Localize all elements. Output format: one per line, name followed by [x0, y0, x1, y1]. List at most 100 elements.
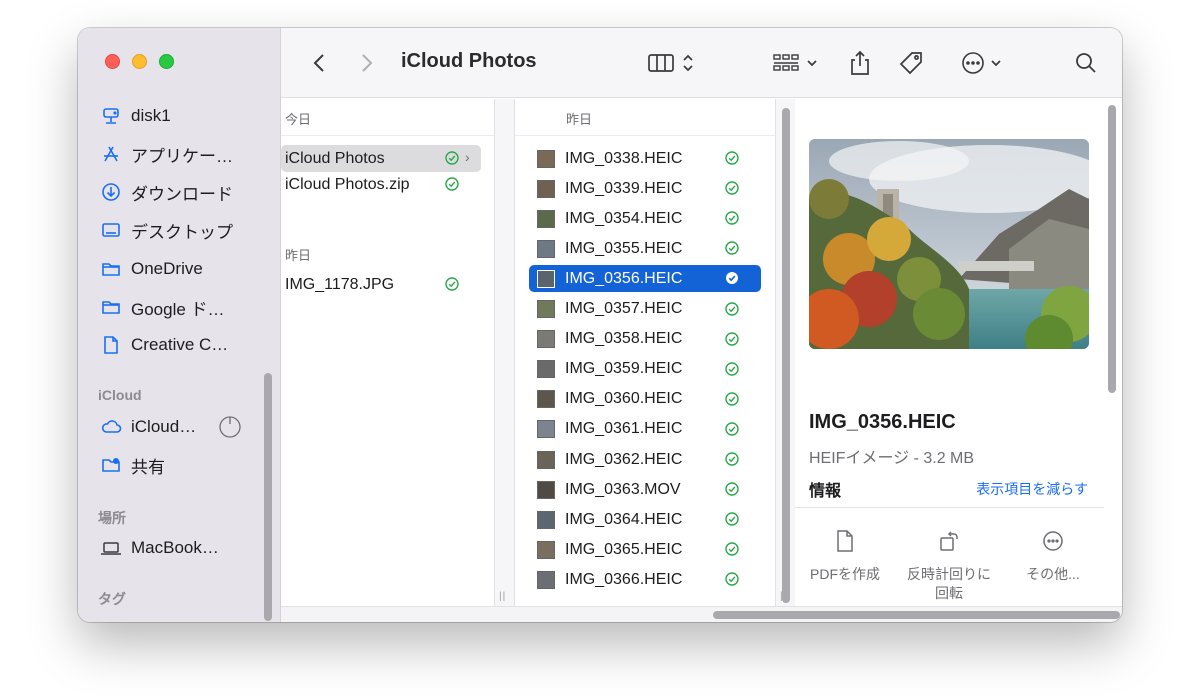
create-pdf-button[interactable]: PDFを作成 — [795, 529, 895, 584]
synced-check-icon — [725, 452, 739, 466]
tag-button[interactable] — [898, 50, 926, 76]
folder-icon — [100, 258, 122, 280]
synced-check-icon — [725, 181, 739, 195]
file-name: IMG_0358.HEIC — [565, 330, 683, 348]
sidebar-item-onedrive[interactable]: OneDrive — [100, 254, 203, 284]
more-button[interactable]: その他... — [1003, 529, 1103, 584]
thumbnail-icon — [537, 390, 555, 409]
file-row[interactable]: IMG_0364.HEIC — [529, 506, 761, 533]
sidebar-item-google-drive[interactable]: Google ド… — [100, 292, 225, 322]
group-grid-icon — [773, 54, 799, 71]
sidebar-section-tags: タグ — [98, 591, 126, 607]
file-row[interactable]: IMG_0359.HEIC — [529, 356, 761, 383]
thumbnail-icon — [537, 179, 555, 198]
sync-progress-icon — [219, 416, 241, 438]
zoom-button[interactable] — [159, 54, 174, 69]
sidebar-item-label: iCloud… — [131, 417, 197, 436]
file-row[interactable]: IMG_0365.HEIC — [529, 536, 761, 563]
minimize-button[interactable] — [132, 54, 147, 69]
sidebar-item-desktop[interactable]: デスクトップ — [100, 215, 233, 245]
sidebar-item-creative-cloud[interactable]: Creative C… — [100, 330, 228, 360]
sidebar-item-label: Google ド… — [131, 299, 225, 319]
preview-scrollbar[interactable] — [1108, 105, 1116, 393]
file-name: IMG_0364.HEIC — [565, 510, 683, 528]
file-row[interactable]: IMG_0338.HEIC — [529, 145, 761, 172]
synced-check-icon — [725, 422, 739, 436]
file-name: IMG_0362.HEIC — [565, 450, 683, 468]
file-row[interactable]: IMG_0358.HEIC — [529, 326, 761, 353]
file-row[interactable]: IMG_0362.HEIC — [529, 446, 761, 473]
laptop-icon — [100, 537, 122, 559]
file-name: IMG_0360.HEIC — [565, 390, 683, 408]
close-button[interactable] — [105, 54, 120, 69]
rotate-left-button[interactable]: 反時計回りに 回転 — [899, 529, 999, 603]
thumbnail-icon — [537, 360, 555, 379]
file-row[interactable]: IMG_0361.HEIC — [529, 416, 761, 443]
file-row[interactable]: IMG_0354.HEIC — [529, 205, 761, 232]
back-button[interactable] — [307, 50, 331, 76]
share-button[interactable] — [847, 50, 873, 76]
horizontal-scrollbar[interactable] — [713, 611, 1120, 619]
column-scrollbar[interactable] — [782, 108, 790, 603]
synced-check-icon — [725, 151, 739, 165]
list-item-img-1178[interactable]: IMG_1178.JPG — [281, 271, 481, 298]
list-item-icloud-photos-zip[interactable]: iCloud Photos.zip — [281, 171, 481, 198]
file-row[interactable]: IMG_0363.MOV — [529, 476, 761, 503]
synced-check-icon — [725, 512, 739, 526]
list-item-icloud-photos[interactable]: iCloud Photos › — [281, 145, 481, 172]
synced-check-icon — [725, 542, 739, 556]
synced-check-icon — [445, 277, 459, 291]
tag-icon — [899, 52, 922, 75]
external-disk-icon — [100, 105, 122, 127]
rotate-left-icon — [940, 531, 958, 551]
document-icon — [100, 334, 122, 356]
sidebar-item-label: ダウンロード — [131, 184, 233, 204]
sidebar-scrollbar[interactable] — [264, 373, 272, 621]
thumbnail-icon — [537, 510, 555, 529]
file-name: IMG_0354.HEIC — [565, 209, 683, 227]
group-header-yesterday: 昨日 — [285, 248, 312, 263]
file-name: IMG_0357.HEIC — [565, 300, 683, 317]
search-button[interactable] — [1073, 50, 1099, 76]
file-row[interactable]: IMG_0360.HEIC — [529, 386, 761, 413]
desktop-icon — [100, 219, 122, 241]
thumbnail-icon — [537, 450, 555, 469]
horizontal-scroll-area — [281, 606, 1122, 622]
toolbar: iCloud Photos — [281, 28, 1122, 98]
sidebar-item-applications[interactable]: アプリケー… — [100, 139, 233, 169]
sidebar: disk1 アプリケー… ダウンロード デスクトップ OneDrive Goog… — [78, 28, 281, 622]
sidebar-item-label: OneDrive — [131, 259, 203, 278]
sidebar-item-shared[interactable]: 共有 — [100, 450, 165, 480]
columns-view-icon — [648, 54, 674, 72]
synced-check-icon — [725, 211, 739, 225]
thumbnail-icon — [537, 300, 555, 318]
thumbnail-icon — [537, 540, 555, 559]
sidebar-item-downloads[interactable]: ダウンロード — [100, 177, 233, 207]
window-title: iCloud Photos — [401, 50, 537, 72]
chevron-down-icon — [990, 60, 1001, 67]
group-button[interactable] — [769, 50, 821, 76]
photo-preview — [809, 139, 1089, 349]
file-row[interactable]: IMG_0356.HEIC — [529, 265, 761, 293]
sidebar-item-icloud-drive[interactable]: iCloud… — [100, 412, 241, 442]
sidebar-item-disk1[interactable]: disk1 — [100, 101, 171, 131]
cloud-icon — [100, 416, 122, 438]
synced-check-icon — [445, 177, 459, 191]
thumbnail-icon — [537, 480, 555, 499]
file-row[interactable]: IMG_0339.HEIC — [529, 175, 761, 202]
column-parent: 今日 iCloud Photos › iCloud Photos.zip 昨日 … — [281, 99, 495, 606]
view-mode-button[interactable] — [643, 50, 699, 76]
file-row[interactable]: IMG_0355.HEIC — [529, 235, 761, 262]
column-resize-handle[interactable]: || — [495, 99, 514, 606]
file-row[interactable]: IMG_0357.HEIC — [529, 296, 761, 323]
sidebar-item-label: 共有 — [131, 457, 165, 477]
preview-kind: HEIFイメージ - 3.2 MB — [809, 450, 975, 467]
synced-check-icon — [725, 482, 739, 496]
more-actions-button[interactable] — [957, 50, 1005, 76]
show-less-link[interactable]: 表示項目を減らす — [976, 479, 1088, 499]
window-controls — [105, 54, 174, 69]
column-files: 昨日 IMG_0338.HEIC IMG_0339.HEIC IMG_0354.HE… — [514, 99, 776, 606]
sidebar-item-macbook[interactable]: MacBook… — [100, 533, 219, 563]
forward-button[interactable] — [355, 50, 379, 76]
file-row[interactable]: IMG_0366.HEIC — [529, 566, 761, 593]
